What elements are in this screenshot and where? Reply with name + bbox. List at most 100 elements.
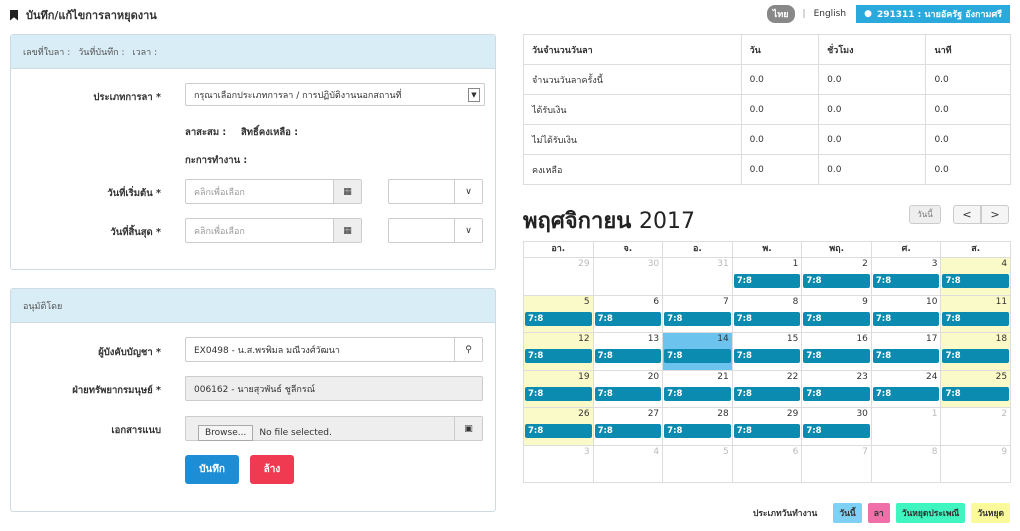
calendar-day[interactable]: 5 xyxy=(663,445,733,483)
calendar-day[interactable]: 9 7:8 xyxy=(802,295,872,333)
calendar-day[interactable]: 15 7:8 xyxy=(732,333,803,371)
lang-thai-button[interactable]: ไทย xyxy=(766,5,795,23)
page-title: บันทึก/แก้ไขการลาหยุดงาน xyxy=(26,9,157,22)
day-number: 24 xyxy=(926,371,938,382)
shift-event[interactable]: 7:8 xyxy=(664,424,731,438)
calendar-icon[interactable]: ▦ xyxy=(333,219,361,242)
calendar-day[interactable]: 23 7:8 xyxy=(802,370,872,408)
save-button[interactable]: บันทึก xyxy=(185,455,239,484)
shift-event[interactable]: 7:8 xyxy=(525,386,592,401)
calendar-day[interactable]: 12 7:8 xyxy=(524,333,594,371)
calendar-day[interactable]: 19 7:8 xyxy=(524,370,594,408)
calendar-day[interactable]: 27 7:8 xyxy=(593,408,664,446)
shift-event[interactable]: 7:8 xyxy=(525,349,592,363)
leave-type-select[interactable]: กรุณาเลือกประเภทการลา / การปฏิบัติงานนอก… xyxy=(185,83,485,106)
prev-month-button[interactable]: < xyxy=(953,205,981,224)
calendar-day[interactable]: 2 xyxy=(941,408,1012,446)
shift-event[interactable]: 7:8 xyxy=(733,386,801,401)
calendar-day[interactable]: 7 7:8 xyxy=(663,295,733,333)
end-date-input[interactable]: คลิกเพื่อเลือก ▦ xyxy=(185,218,362,243)
calendar-month: พฤศจิกายน xyxy=(523,209,632,234)
shift-event[interactable]: 7:8 xyxy=(942,349,1010,363)
shift-event[interactable]: 7:8 xyxy=(525,311,592,326)
day-number: 8 xyxy=(931,446,938,457)
day-number: 3 xyxy=(583,446,590,457)
user-badge[interactable]: ● 291311 : นายอัครัฐ อังกามศรี xyxy=(856,5,1010,23)
calendar-day[interactable]: 8 xyxy=(871,445,942,483)
shift-event[interactable]: 7:8 xyxy=(594,349,662,363)
browse-button[interactable]: Browse... xyxy=(198,424,254,441)
today-button[interactable]: วันนี้ xyxy=(909,205,941,224)
calendar-day[interactable]: 16 7:8 xyxy=(802,333,872,371)
shift-event[interactable]: 7:8 xyxy=(803,386,870,401)
calendar-day[interactable]: 30 7:8 xyxy=(802,408,872,446)
shift-event[interactable]: 7:8 xyxy=(733,311,801,326)
start-time-select[interactable]: ∨ xyxy=(388,179,483,204)
shift-event[interactable]: 7:8 xyxy=(733,424,801,438)
shift-event[interactable]: 7:8 xyxy=(803,349,870,363)
calendar-day[interactable]: 31 xyxy=(663,258,733,296)
clear-button[interactable]: ล้าง xyxy=(250,455,294,484)
calendar-icon[interactable]: ▦ xyxy=(333,180,361,203)
calendar-day[interactable]: 8 7:8 xyxy=(732,295,803,333)
image-icon[interactable]: ▣ xyxy=(454,417,482,440)
calendar-day[interactable]: 7 xyxy=(802,445,872,483)
calendar-day[interactable]: 17 7:8 xyxy=(871,333,942,371)
calendar-day[interactable]: 5 7:8 xyxy=(524,295,594,333)
calendar-day[interactable]: 28 7:8 xyxy=(663,408,733,446)
calendar-day[interactable]: 10 7:8 xyxy=(871,295,942,333)
calendar-day[interactable]: 25 7:8 xyxy=(941,370,1012,408)
shift-event[interactable]: 7:8 xyxy=(733,349,801,363)
shift-event[interactable]: 7:8 xyxy=(803,424,870,438)
shift-event[interactable]: 7:8 xyxy=(733,274,801,288)
shift-event[interactable]: 7:8 xyxy=(872,386,940,401)
shift-event[interactable]: 7:8 xyxy=(942,386,1010,401)
calendar-day[interactable]: 20 7:8 xyxy=(593,370,664,408)
calendar-day[interactable]: 21 7:8 xyxy=(663,370,733,408)
shift-event[interactable]: 7:8 xyxy=(664,386,731,401)
shift-event[interactable]: 7:8 xyxy=(594,311,662,326)
calendar-day[interactable]: 1 xyxy=(871,408,942,446)
shift-event[interactable]: 7:8 xyxy=(872,349,940,363)
shift-event[interactable]: 7:8 xyxy=(803,274,870,288)
calendar-day[interactable]: 2 7:8 xyxy=(802,258,872,296)
shift-event[interactable]: 7:8 xyxy=(664,349,731,363)
calendar-day[interactable]: 4 xyxy=(593,445,664,483)
calendar-day[interactable]: 26 7:8 xyxy=(524,408,594,446)
shift-event[interactable]: 7:8 xyxy=(525,424,592,438)
calendar-day[interactable]: 1 7:8 xyxy=(732,258,803,296)
calendar-day[interactable]: 29 7:8 xyxy=(732,408,803,446)
calendar-day[interactable]: 24 7:8 xyxy=(871,370,942,408)
start-date-input[interactable]: คลิกเพื่อเลือก ▦ xyxy=(185,179,362,204)
calendar-day[interactable]: 30 xyxy=(593,258,664,296)
shift-event[interactable]: 7:8 xyxy=(803,311,870,326)
lang-english-link[interactable]: English xyxy=(814,9,847,19)
search-icon[interactable]: ⚲ xyxy=(454,338,482,361)
shift-event[interactable]: 7:8 xyxy=(594,424,662,438)
calendar-day[interactable]: 4 7:8 xyxy=(941,258,1012,296)
calendar-day[interactable]: 6 7:8 xyxy=(593,295,664,333)
calendar-day[interactable]: 11 7:8 xyxy=(941,295,1012,333)
calendar-day[interactable]: 13 7:8 xyxy=(593,333,664,371)
supervisor-input[interactable]: EX0498 - น.ส.พรพิมล มณีวงศ์วัฒนา ⚲ xyxy=(185,337,483,362)
calendar-day[interactable]: 14 7:8 xyxy=(663,333,733,371)
calendar-day[interactable]: 3 7:8 xyxy=(871,258,942,296)
shift-event[interactable]: 7:8 xyxy=(594,386,662,401)
shift-event[interactable]: 7:8 xyxy=(942,274,1010,288)
calendar-day[interactable]: 22 7:8 xyxy=(732,370,803,408)
leave-type-label: ประเภทการลา * xyxy=(93,92,161,103)
calendar-day[interactable]: 3 xyxy=(524,445,594,483)
shift-event[interactable]: 7:8 xyxy=(872,311,940,326)
calendar-day[interactable]: 6 xyxy=(732,445,803,483)
calendar-day[interactable]: 29 xyxy=(524,258,594,296)
shift-event[interactable]: 7:8 xyxy=(872,274,940,288)
next-month-button[interactable]: > xyxy=(981,205,1009,224)
shift-event[interactable]: 7:8 xyxy=(664,311,731,326)
calendar-day[interactable]: 18 7:8 xyxy=(941,333,1012,371)
file-input[interactable]: Browse... No file selected. ▣ xyxy=(185,416,483,441)
shift-event[interactable]: 7:8 xyxy=(942,311,1010,326)
calendar-day[interactable]: 9 xyxy=(941,445,1012,483)
start-date-label: วันที่เริ่มต้น * xyxy=(107,188,161,199)
end-time-select[interactable]: ∨ xyxy=(388,218,483,243)
day-number: 18 xyxy=(995,334,1008,344)
